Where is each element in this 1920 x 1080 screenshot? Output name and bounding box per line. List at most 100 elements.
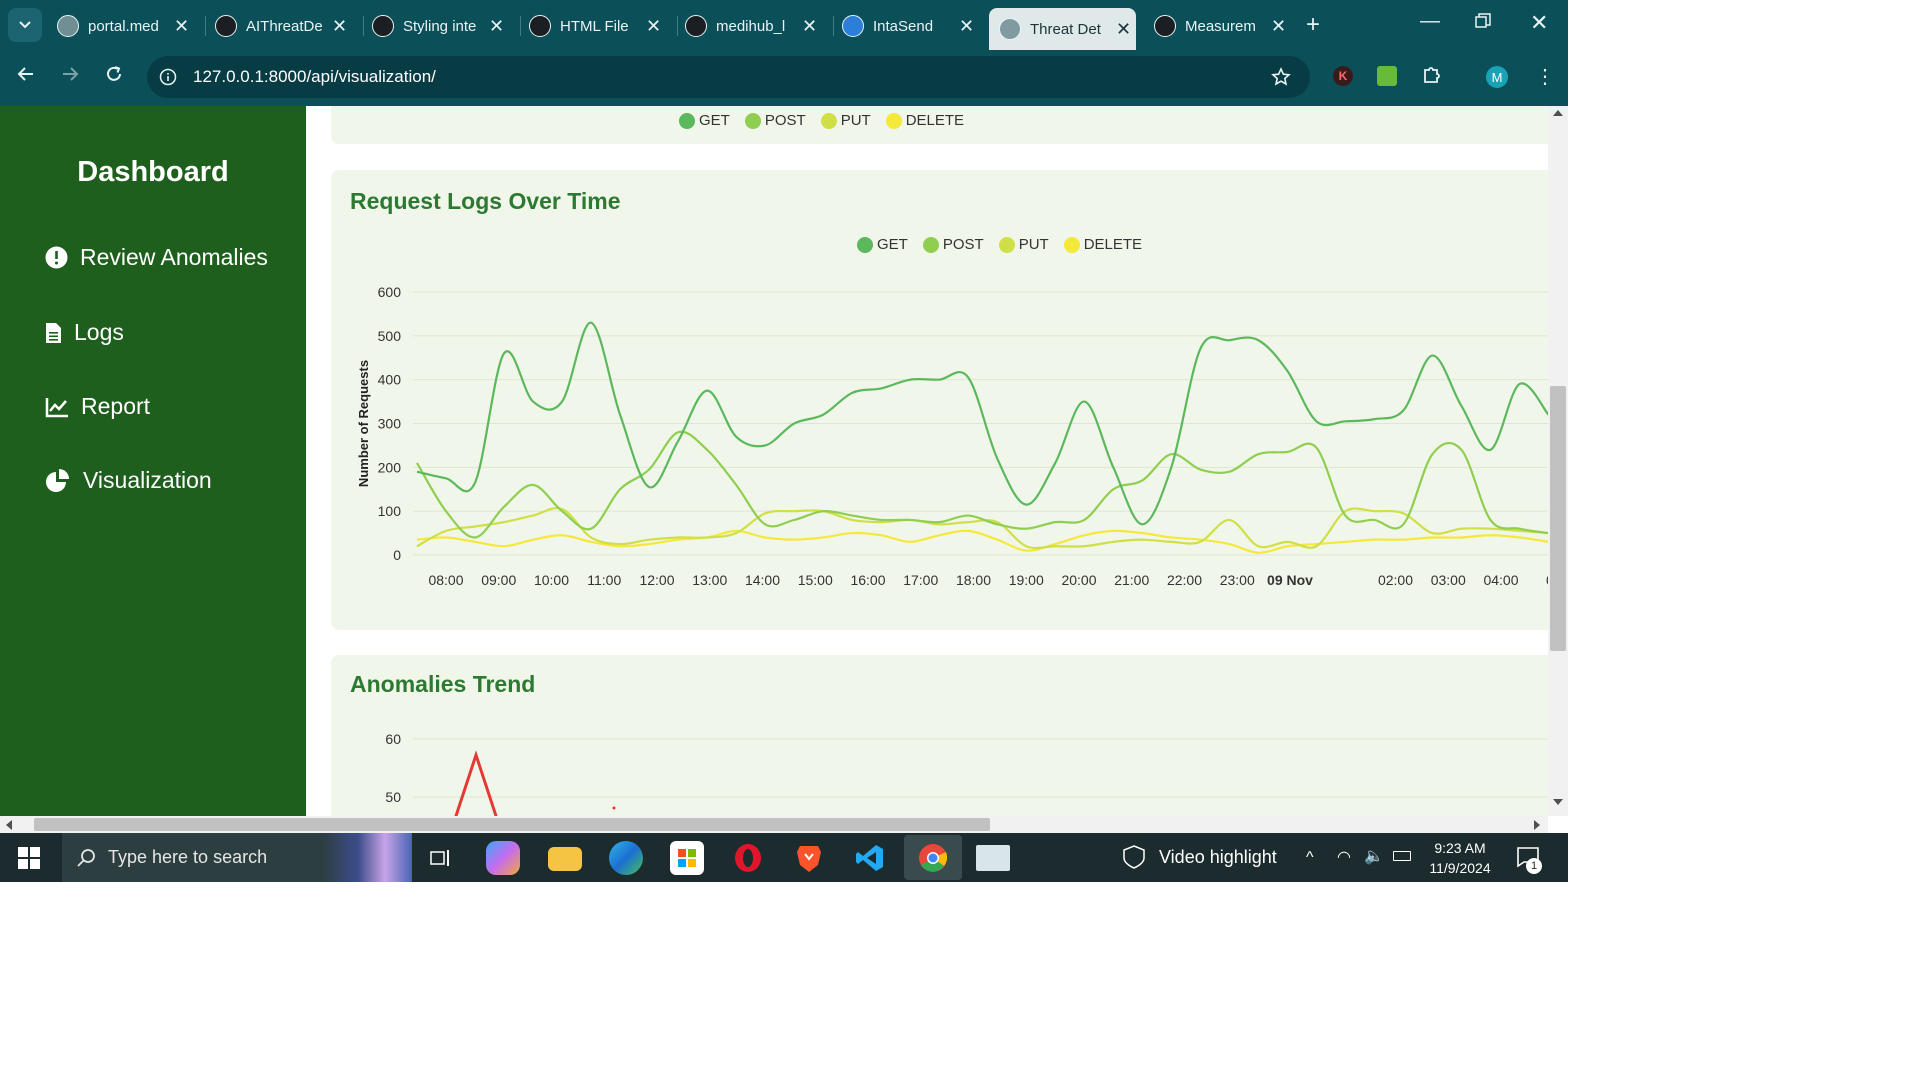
volume-icon[interactable]: 🔈 (1364, 846, 1384, 866)
task-view-button[interactable] (424, 841, 458, 875)
extension-k-button[interactable]: K (1333, 66, 1353, 86)
vertical-scroll-thumb[interactable] (1550, 386, 1566, 651)
x-tick-label: 17:00 (903, 572, 938, 588)
restore-button[interactable] (1474, 12, 1492, 36)
vertical-scrollbar[interactable] (1548, 106, 1568, 816)
tab-search-button[interactable] (8, 8, 42, 42)
x-tick-label: 02:00 (1378, 572, 1413, 588)
horizontal-scrollbar[interactable] (0, 816, 1548, 833)
scroll-right-arrow[interactable] (1534, 820, 1540, 830)
tab-close-icon[interactable]: ✕ (489, 16, 504, 37)
edge-app[interactable] (609, 841, 643, 875)
url-text[interactable]: 127.0.0.1:8000/api/visualization/ (193, 67, 436, 87)
x-tick-label: 13:00 (692, 572, 727, 588)
x-tick-label: 03:00 (1431, 572, 1466, 588)
network-icon[interactable]: ◠ (1337, 847, 1351, 867)
video-highlight-widget[interactable]: Video highlight (1122, 845, 1277, 869)
legend-dot (744, 112, 761, 129)
notifications-button[interactable]: 1 (1516, 845, 1542, 874)
x-tick-label: 09:00 (481, 572, 516, 588)
sidebar-item-logs[interactable]: Logs (45, 319, 124, 346)
tab-7[interactable]: Threat Det ✕ (989, 8, 1136, 50)
restore-icon (1475, 13, 1491, 28)
tab-1[interactable]: portal.med ✕ (55, 8, 195, 44)
tray-overflow-button[interactable]: ^ (1306, 849, 1314, 867)
scroll-down-arrow[interactable] (1553, 799, 1563, 805)
brave-app[interactable] (792, 841, 826, 875)
sidebar-item-review-anomalies[interactable]: Review Anomalies (45, 244, 268, 271)
brave-icon (797, 846, 821, 872)
x-tick-label: 16:00 (850, 572, 885, 588)
tab-close-icon[interactable]: ✕ (646, 16, 661, 37)
clock[interactable]: 9:23 AM 11/9/2024 (1424, 838, 1496, 878)
back-button[interactable] (16, 64, 36, 90)
microsoft-store-app[interactable] (670, 841, 704, 875)
close-window-button[interactable]: ✕ (1530, 10, 1548, 36)
tab-close-icon[interactable]: ✕ (1271, 16, 1286, 37)
sidebar-item-label: Report (81, 393, 151, 419)
tab-close-icon[interactable]: ✕ (1116, 19, 1131, 40)
tab-title: Measurem (1185, 17, 1256, 35)
site-info-icon[interactable] (159, 68, 177, 86)
legend-item-put[interactable]: PUT (820, 112, 871, 129)
clock-date: 11/9/2024 (1429, 860, 1491, 876)
legend-item-delete[interactable]: DELETE (885, 112, 964, 129)
x-tick-label: 10:00 (534, 572, 569, 588)
search-icon (77, 848, 95, 867)
minimize-button[interactable]: — (1420, 10, 1440, 33)
puzzle-icon (1424, 67, 1440, 83)
tab-5[interactable]: medihub_l ✕ (683, 8, 823, 44)
browser-menu-button[interactable]: ⋮ (1535, 64, 1555, 89)
opera-app[interactable] (731, 841, 765, 875)
search-highlight-image (322, 833, 412, 882)
tab-close-icon[interactable]: ✕ (959, 16, 974, 37)
new-tab-button[interactable]: + (1306, 11, 1320, 39)
vscode-app[interactable] (853, 841, 887, 875)
sidebar-item-report[interactable]: Report (45, 393, 150, 420)
tab-3[interactable]: Styling inte ✕ (370, 8, 510, 44)
tab-8[interactable]: Measurem ✕ (1152, 8, 1292, 44)
address-bar[interactable]: 127.0.0.1:8000/api/visualization/ (147, 56, 1310, 98)
legend-item-post[interactable]: POST (744, 112, 806, 129)
start-button[interactable] (18, 847, 40, 874)
chrome-app[interactable] (904, 835, 962, 880)
series-line-put (416, 507, 1548, 550)
file-explorer-app[interactable] (548, 847, 582, 871)
tab-close-icon[interactable]: ✕ (174, 16, 189, 37)
request-logs-chart: 0 100 200 300 400 500 600 Number of Requests 08:… (356, 284, 1548, 588)
scroll-up-arrow[interactable] (1553, 110, 1563, 116)
sidebar-item-visualization[interactable]: Visualization (45, 467, 212, 494)
sidebar-item-label: Review Anomalies (80, 244, 268, 270)
horizontal-scroll-thumb[interactable] (34, 818, 990, 831)
y-tick-label: 50 (385, 789, 401, 805)
window-app[interactable] (976, 845, 1010, 871)
tab-separator (363, 16, 364, 36)
anomalies-trend-chart: 50 60 (385, 731, 1548, 816)
file-icon (46, 322, 61, 343)
tab-title: Threat Det (1030, 20, 1101, 38)
alert-circle-icon (45, 246, 68, 269)
forward-button[interactable] (60, 64, 80, 90)
extensions-puzzle-button[interactable] (1421, 64, 1443, 92)
tab-title: portal.med (88, 17, 159, 35)
x-tick-label: 22:00 (1167, 572, 1202, 588)
legend-dot (820, 112, 837, 129)
battery-icon[interactable] (1393, 851, 1411, 861)
scroll-left-arrow[interactable] (6, 820, 12, 830)
legend-item-get[interactable]: GET (679, 112, 730, 129)
pie-chart-icon (46, 468, 69, 492)
x-tick-label: 11:00 (587, 572, 621, 588)
legend-dot (679, 112, 695, 129)
tab-close-icon[interactable]: ✕ (332, 16, 347, 37)
profile-avatar[interactable]: M (1486, 66, 1508, 88)
globe-icon (999, 18, 1021, 40)
bookmark-star-icon[interactable] (1271, 67, 1291, 87)
tab-2[interactable]: AIThreatDe ✕ (213, 8, 353, 44)
taskbar-search-box[interactable]: Type here to search (62, 833, 412, 882)
tab-6[interactable]: IntaSend ✕ (840, 8, 980, 44)
reload-button[interactable] (104, 64, 124, 90)
extension-grid-button[interactable] (1377, 66, 1397, 86)
tab-4[interactable]: HTML File ✕ (527, 8, 667, 44)
copilot-app[interactable] (486, 841, 520, 875)
tab-close-icon[interactable]: ✕ (802, 16, 817, 37)
